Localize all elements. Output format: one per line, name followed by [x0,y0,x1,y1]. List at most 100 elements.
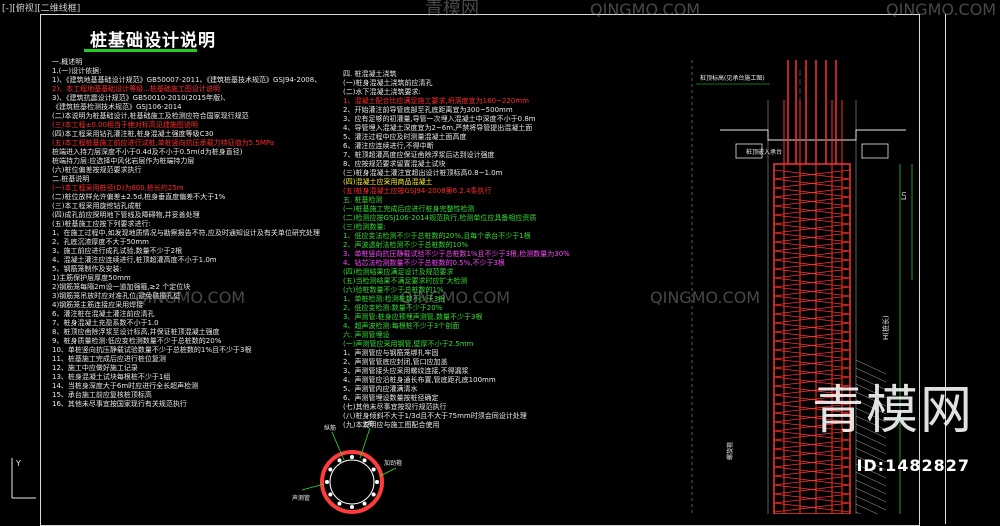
note-line: 1、在施工过程中,如发现地质情况与勘察报告不符,应及时通知设计及有关单位研究处理 [52,229,320,237]
note-line: 一.概述明 [52,58,83,66]
note-line: 1.(一)设计依据: [52,67,102,75]
note-line: (五)本工程桩基施工前应进行试桩,单桩竖向抗压承载力特征值为5.5MPa [52,139,275,147]
section-rebars [325,455,379,509]
elevation-label: H(桩长) [881,315,890,340]
elevation-label: Ln [900,192,908,200]
note-line: 13、桩身混凝土试块每根桩不少于1组 [52,373,171,381]
note-line: (三)本工程±0.00相当于绝对标高见建施图说明 [52,121,198,129]
elevation-label: 桩顶嵌入承台 [746,148,782,156]
top-rebars [787,60,837,164]
note-line: (二)桩位放样允许偏差±2.5d,桩身垂直度偏差不大于1% [52,193,226,201]
note-line: 16、其他未尽事宜按国家现行有关规范执行 [52,400,187,408]
rebar-dot [362,501,367,506]
note-line: (一)本工程采用桩径(D)为800,桩长约25m [52,184,184,192]
note-line: (七)其他未尽事宜按现行规范执行 [343,403,447,411]
note-line: (六)桩位偏差按规范要求执行 [52,166,142,174]
note-line: 2、孔底沉渣厚度不大于50mm [52,238,149,246]
note-line: 五. 桩基检测 [343,196,383,204]
note-line: 1)、《建筑地基基础设计规范》GB50007-2011、《建筑桩基技术规范》GS… [52,76,322,84]
note-line: 3)、《建筑抗震设计规范》GB50010-2010(2015年版)、 [52,94,230,102]
note-line: 六. 声测管埋设 [343,331,390,339]
viewport-label[interactable]: [-][俯视][二维线框] [2,1,80,14]
hatch-line [855,495,887,511]
watermark: QINGMO.COM [135,288,246,307]
title-underline [84,49,197,52]
middle-notes-column: 四. 桩混凝土浇筑 (一)桩身混凝土浇筑前应清孔 (二)水下混凝土浇筑要求: 1、混凝… [343,70,643,450]
note-line: 1、低应变法检测不少于总桩数的20%,且每个承台不少于1根 [343,232,531,240]
note-line: (四)混凝土应采用商品混凝土 [343,178,433,186]
note-line: (一)声测管应采用钢管,壁厚不小于2.5mm [343,340,474,348]
note-line: 8、应按规范要求留置混凝土试块 [343,160,446,168]
note-line: 1)主筋保护层厚度50mm [52,274,131,282]
note-line: 2、开始灌注前导管底部至孔底距离宜为300~500mm [343,106,513,114]
note-line: (五)桩身混凝土应按GSJ94-2008第6.2.4条执行 [343,187,492,195]
section-label: 加劲箍 [384,459,402,467]
pile-cross-section: 纵筋 主筋 声测管 加劲箍 [292,420,402,514]
note-line: 3、单桩竖向抗压静载试验不少于总桩数1%且不少于3根,检测数量为30% [343,250,570,258]
note-line: (二)水下混凝土浇筑要求: [343,88,421,96]
note-line: 5、灌注过程中应及时测量混凝土面高度 [343,133,467,141]
note-line: 1、混凝土配合比应满足施工要求,坍落度宜为180~220mm [343,97,529,105]
rebar-dot [350,455,354,459]
note-line: 2、声测管管底应封闭,管口应加盖 [343,358,448,366]
note-line: 4、混凝土灌注应连续进行,桩顶超灌高度不小于1.0m [52,256,217,264]
note-line: 6、声测管埋设数量按桩径确定 [343,394,439,402]
note-line: (一)桩身混凝土浇筑前应清孔 [343,79,433,87]
watermark: QINGMO.COM [650,288,761,307]
note-line: 桩端进入持力层深度不小于0.4d及不小于0.5m(d为桩身直径) [52,148,243,156]
note-line: (二)检测应按GSJ106-2014规范执行,检测单位应具备相应资质 [343,214,537,222]
note-line: 8、桩顶应凿除浮浆至设计标高,并保证桩顶混凝土强度 [52,328,220,336]
section-label: 声测管 [292,494,310,502]
section-label: 纵筋 [324,424,336,432]
note-line: 1、声测管应与钢筋笼绑扎牢固 [343,349,439,357]
note-line: 11、桩基施工完成后应进行桩位复测 [52,355,166,363]
rebar-dot [371,467,376,472]
note-line: 5、钢筋笼制作及安装: [52,265,122,273]
spiral-hoops [773,169,851,513]
note-line: (四)检测结果应满足设计及规范要求 [343,268,454,276]
note-line: 4、导管埋入混凝土深度宜为2~6m,严禁将导管提出混凝土面 [343,124,533,132]
rebar-dot [337,458,342,463]
note-line: 6、灌注应连续进行,不得中断 [343,142,434,150]
note-line: 12、施工中应做好施工记录 [52,364,138,372]
note-line: 15、承台施工前应复核桩顶标高 [52,391,152,399]
note-line: 2)、本工程地基基础设计等级...桩基础施工图设计说明 [52,85,220,93]
pile-cap-outline [720,129,906,141]
brand-watermark: 青模网 [811,381,974,441]
rebar-dot [375,480,379,484]
page-title: 桩基础设计说明 [90,31,216,51]
hatch-line [855,479,887,495]
note-line: 4、超声波检测:每根桩不少于3个剖面 [343,322,460,330]
note-line: (二)本说明为桩基础设计,桩基础施工及检测应符合国家现行规范 [52,112,249,120]
note-line: 《建筑桩基检测技术规范》GSJ106-2014 [52,103,182,111]
hatch-line [855,487,887,503]
note-line: 二.桩基说明 [52,175,90,183]
note-line: 四. 桩混凝土浇筑 [343,70,397,78]
rebar-dot [362,458,367,463]
rebar-dot [328,467,333,472]
note-line: 6、灌注桩在混凝土灌注前应清孔 [52,310,155,318]
ucs-axis-icon: Y [11,458,36,499]
elevation-label: 螺旋箍 [726,442,734,460]
note-line: 3、声测管:桩身应预埋声测管,数量不少于3根 [343,313,483,321]
rebar-dot [371,492,376,497]
pile-inner-circle [329,459,375,505]
note-line: 4、声测管应沿桩身通长布置,管底距孔底100mm [343,376,496,384]
rebar-dot [350,505,354,509]
rebar-dot [337,501,342,506]
pile-cap-right [861,143,889,159]
note-line: 5、声测管内应灌满清水 [343,385,418,393]
note-line: (一)桩基施工完成后应进行桩身完整性检测 [343,205,475,213]
note-line: 7、桩身混凝土充盈系数不小于1.0 [52,319,159,327]
note-line: (三)桩身混凝土灌注宜超出设计桩顶标高0.8~1.0m [343,169,503,177]
section-label: 主筋 [362,420,374,428]
right-frame-edge [945,14,946,524]
hatch-line [855,503,879,514]
watermark: QINGMO.COM [590,0,701,19]
note-line: (四)成孔前应探明地下管线及障碍物,并妥善处理 [52,211,200,219]
note-line: 桩端持力层:应选择中风化岩层作为桩端持力层 [52,157,195,165]
rebar-dot [328,492,333,497]
watermark: QINGMO.COM [400,288,511,307]
note-line: 3、声测管接头应采用螺纹连接,不得漏浆 [343,367,469,375]
note-line: 9、桩身质量检测:低应变检测数量不少于总桩数的20% [52,337,222,345]
